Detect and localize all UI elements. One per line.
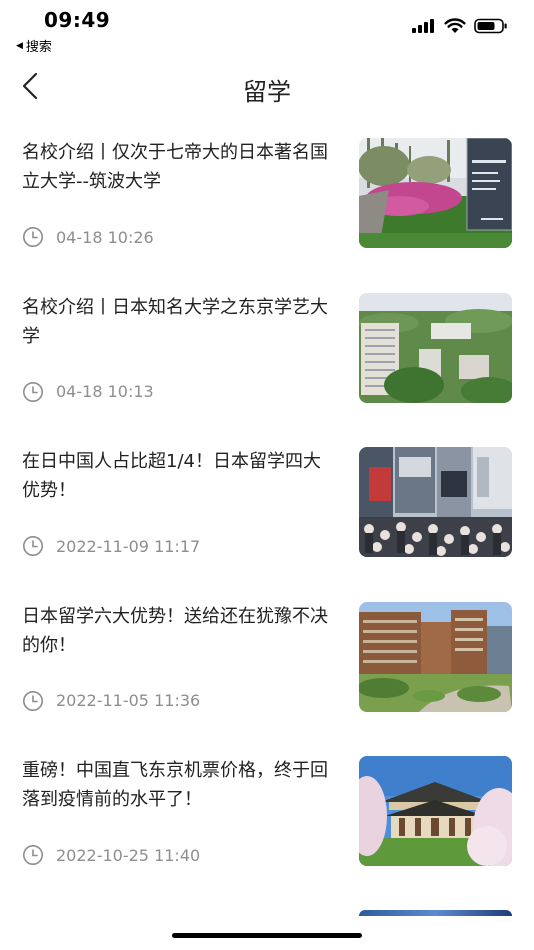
article-meta: 2022-11-05 11:36 [22, 690, 200, 712]
article-item[interactable]: 在日中国人占比超1/4！日本留学四大优势！ 2022-11-09 11:17 [0, 447, 534, 602]
article-time: 04-18 10:13 [56, 382, 154, 401]
status-bar: 09:49 ◀ 搜索 [0, 0, 534, 58]
article-title: 日本留学六大优势！送给还在犹豫不决的你！ [22, 605, 328, 656]
article-item[interactable]: 名校介绍丨仅次于七帝大的日本著名国立大学--筑波大学 04-18 10:26 [0, 138, 534, 293]
page-title: 留学 [243, 78, 291, 106]
article-thumbnail [359, 138, 512, 248]
article-title: 名校介绍丨仅次于七帝大的日本著名国立大学--筑波大学 [22, 142, 328, 192]
article-title: 名校介绍丨日本知名大学之东京学艺大学 [22, 296, 328, 347]
nav-bar: 留学 [0, 62, 534, 112]
battery-icon [474, 18, 507, 34]
next-article-thumbnail-peek [359, 910, 512, 916]
article-meta: 2022-11-09 11:17 [22, 535, 200, 557]
article-item[interactable]: 重磅！中国直飞东京机票价格，终于回落到疫情前的水平了！ 2022-10-25 1… [0, 756, 534, 911]
back-triangle-icon: ◀ [16, 40, 23, 51]
article-time: 04-18 10:26 [56, 227, 154, 247]
back-to-app-label: 搜索 [25, 40, 52, 55]
article-meta: 2022-10-25 11:40 [22, 844, 200, 866]
signal-icon [412, 19, 434, 33]
article-meta: 04-18 10:26 [22, 226, 154, 248]
status-icons [412, 18, 508, 34]
status-time: 09:49 [44, 8, 111, 32]
article-time: 2022-11-05 11:36 [56, 691, 201, 710]
clock-icon [23, 845, 43, 865]
home-indicator[interactable] [172, 933, 362, 938]
clock-icon [23, 381, 43, 402]
article-thumbnail [359, 447, 512, 557]
clock-icon [23, 690, 43, 711]
article-thumbnail [359, 601, 512, 712]
article-item[interactable]: 名校介绍丨日本知名大学之东京学艺大学 04-18 10:13 [0, 292, 534, 448]
article-time: 2022-10-25 11:40 [56, 845, 201, 865]
wifi-icon [444, 18, 466, 33]
article-title: 重磅！中国直飞东京机票价格，终于回落到疫情前的水平了！ [22, 760, 328, 810]
back-to-app-link[interactable]: ◀ 搜索 [16, 36, 52, 55]
article-thumbnail [359, 292, 512, 403]
article-meta: 04-18 10:13 [22, 381, 154, 403]
clock-icon [23, 227, 43, 247]
article-time: 2022-11-09 11:17 [56, 536, 201, 556]
article-thumbnail [359, 756, 512, 866]
article-title: 在日中国人占比超1/4！日本留学四大优势！ [22, 451, 321, 501]
clock-icon [23, 536, 43, 556]
article-list: 名校介绍丨仅次于七帝大的日本著名国立大学--筑波大学 04-18 10:26 名… [0, 138, 534, 911]
article-item[interactable]: 日本留学六大优势！送给还在犹豫不决的你！ 2022-11-05 11:36 [0, 601, 534, 757]
